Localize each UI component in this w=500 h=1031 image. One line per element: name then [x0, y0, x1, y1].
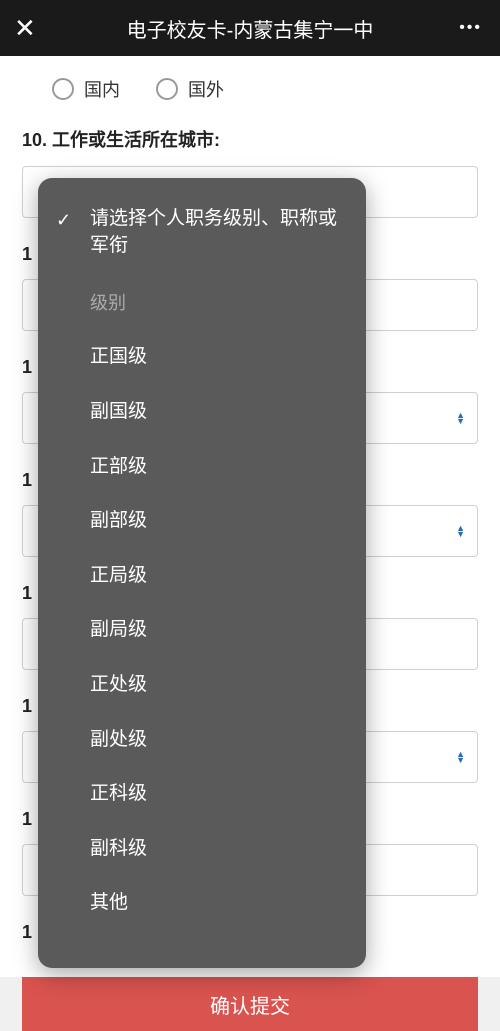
radio-circle-icon	[52, 78, 74, 100]
page-title: 电子校友卡-内蒙古集宁一中	[127, 14, 374, 43]
dropdown-option[interactable]: 副处级	[38, 713, 366, 768]
dropdown-option[interactable]: 副国级	[38, 385, 366, 440]
dropdown-option[interactable]: 副部级	[38, 494, 366, 549]
radio-domestic[interactable]: 国内	[52, 76, 120, 102]
location-radio-group: 国内 国外	[52, 76, 478, 102]
dropdown-header-option[interactable]: 请选择个人职务级别、职称或军衔	[38, 192, 366, 277]
close-icon[interactable]: ✕	[14, 13, 44, 44]
radio-foreign[interactable]: 国外	[156, 76, 224, 102]
rank-dropdown: 请选择个人职务级别、职称或军衔 级别 正国级 副国级 正部级 副部级 正局级 副…	[38, 178, 366, 968]
more-icon[interactable]: •••	[459, 19, 482, 37]
radio-label: 国内	[84, 76, 120, 102]
dropdown-option[interactable]: 正科级	[38, 767, 366, 822]
select-arrows-icon: ▲▼	[456, 751, 465, 763]
radio-circle-icon	[156, 78, 178, 100]
app-header: ✕ 电子校友卡-内蒙古集宁一中 •••	[0, 0, 500, 56]
dropdown-group-label: 级别	[38, 277, 366, 330]
dropdown-option[interactable]: 正处级	[38, 658, 366, 713]
select-arrows-icon: ▲▼	[456, 525, 465, 537]
dropdown-option[interactable]: 正部级	[38, 440, 366, 495]
dropdown-option[interactable]: 正国级	[38, 330, 366, 385]
question-10-label: 10. 工作或生活所在城市:	[22, 126, 478, 152]
dropdown-option[interactable]: 正局级	[38, 549, 366, 604]
radio-label: 国外	[188, 76, 224, 102]
select-arrows-icon: ▲▼	[456, 412, 465, 424]
dropdown-option[interactable]: 其他	[38, 876, 366, 931]
dropdown-option[interactable]: 副科级	[38, 822, 366, 877]
submit-button[interactable]: 确认提交	[22, 977, 478, 1031]
submit-label: 确认提交	[210, 990, 290, 1019]
dropdown-option[interactable]: 副局级	[38, 603, 366, 658]
